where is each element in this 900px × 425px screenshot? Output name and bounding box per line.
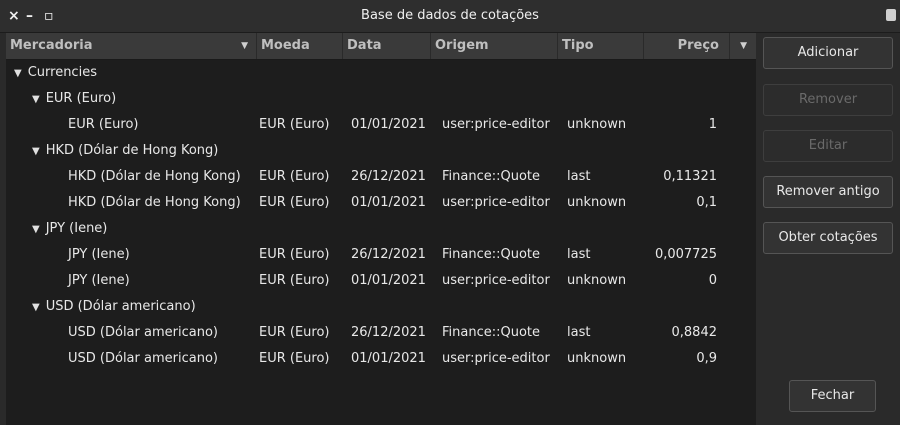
group-label: HKD (Dólar de Hong Kong) (45, 143, 219, 158)
cell-currency: EUR (Euro) (259, 247, 330, 262)
cell-date: 01/01/2021 (351, 351, 426, 366)
cell-source: Finance::Quote (442, 325, 541, 340)
cell-date: 26/12/2021 (351, 325, 426, 340)
cell-source: Finance::Quote (442, 169, 541, 184)
column-header-price[interactable]: Preço (644, 33, 730, 59)
cell-commodity: USD (Dólar americano) (68, 325, 218, 340)
table-header: Mercadoria ▼ Moeda Data Origem Tipo Preç… (6, 33, 756, 60)
table-row[interactable]: EUR (Euro) EUR (Euro) 01/01/2021 user:pr… (6, 112, 756, 138)
column-selector[interactable]: ▼ (730, 33, 756, 59)
cell-price: 0,007725 (654, 247, 717, 262)
cell-date: 01/01/2021 (351, 273, 426, 288)
cell-commodity: HKD (Dólar de Hong Kong) (68, 169, 241, 184)
table-row[interactable]: USD (Dólar americano) EUR (Euro) 01/01/2… (6, 346, 756, 372)
column-header-date[interactable]: Data (343, 33, 431, 59)
cell-source: Finance::Quote (442, 247, 541, 262)
cell-commodity: HKD (Dólar de Hong Kong) (68, 195, 241, 210)
column-header-source[interactable]: Origem (431, 33, 558, 59)
cell-price: 0,11321 (663, 169, 717, 184)
price-database-window: × – ▫ Base de dados de cotações Mercador… (0, 0, 900, 425)
chevron-down-icon: ▼ (740, 41, 747, 51)
tree-row-group-eur[interactable]: ▼ EUR (Euro) (6, 86, 756, 112)
expanded-arrow-icon[interactable]: ▼ (14, 68, 22, 79)
cell-date: 26/12/2021 (351, 169, 426, 184)
cell-price: 0,8842 (671, 325, 718, 340)
tree-row-group-jpy[interactable]: ▼ JPY (Iene) (6, 216, 756, 242)
group-label: EUR (Euro) (45, 91, 117, 106)
cell-source: user:price-editor (442, 351, 550, 366)
get-quotes-button[interactable]: Obter cotações (763, 222, 893, 254)
cell-price: 0,1 (696, 195, 717, 210)
table-row[interactable]: HKD (Dólar de Hong Kong) EUR (Euro) 26/1… (6, 164, 756, 190)
tree-row-currencies[interactable]: ▼ Currencies (6, 60, 756, 86)
expanded-arrow-icon[interactable]: ▼ (32, 224, 40, 235)
cell-source: user:price-editor (442, 273, 550, 288)
sort-chevron-down-icon: ▼ (241, 41, 248, 51)
expanded-arrow-icon[interactable]: ▼ (32, 302, 40, 313)
cell-type: last (567, 325, 591, 340)
cell-commodity: USD (Dólar americano) (68, 351, 218, 366)
column-header-label: Mercadoria (10, 38, 93, 53)
expanded-arrow-icon[interactable]: ▼ (32, 94, 40, 105)
add-button[interactable]: Adicionar (763, 37, 893, 69)
column-header-commodity[interactable]: Mercadoria ▼ (6, 33, 257, 59)
expanded-arrow-icon[interactable]: ▼ (32, 146, 40, 157)
cell-price: 1 (708, 117, 717, 132)
cell-date: 26/12/2021 (351, 247, 426, 262)
cell-currency: EUR (Euro) (259, 195, 330, 210)
cell-type: unknown (567, 195, 627, 210)
remove-old-button[interactable]: Remover antigo (763, 176, 893, 208)
cell-type: unknown (567, 117, 627, 132)
window-title: Base de dados de cotações (361, 8, 539, 23)
cell-type: unknown (567, 273, 627, 288)
cell-price: 0 (708, 273, 717, 288)
group-label: JPY (Iene) (45, 221, 108, 236)
close-button[interactable]: Fechar (789, 380, 876, 412)
table-row[interactable]: JPY (Iene) EUR (Euro) 26/12/2021 Finance… (6, 242, 756, 268)
cell-type: last (567, 247, 591, 262)
namespace-label: Currencies (27, 65, 97, 80)
cell-source: user:price-editor (442, 117, 550, 132)
column-header-currency[interactable]: Moeda (257, 33, 343, 59)
cell-type: last (567, 169, 591, 184)
cell-price: 0,9 (696, 351, 717, 366)
cell-commodity: JPY (Iene) (68, 273, 130, 288)
cell-currency: EUR (Euro) (259, 117, 330, 132)
cell-currency: EUR (Euro) (259, 351, 330, 366)
cell-currency: EUR (Euro) (259, 169, 330, 184)
cell-commodity: JPY (Iene) (68, 247, 130, 262)
tree-row-group-usd[interactable]: ▼ USD (Dólar americano) (6, 294, 756, 320)
cell-currency: EUR (Euro) (259, 325, 330, 340)
cell-currency: EUR (Euro) (259, 273, 330, 288)
table-row[interactable]: HKD (Dólar de Hong Kong) EUR (Euro) 01/0… (6, 190, 756, 216)
title-bar: × – ▫ Base de dados de cotações (0, 0, 900, 33)
cell-source: user:price-editor (442, 195, 550, 210)
titlebar-menu-icon[interactable] (886, 9, 896, 21)
table-row[interactable]: JPY (Iene) EUR (Euro) 01/01/2021 user:pr… (6, 268, 756, 294)
group-label: USD (Dólar americano) (45, 299, 196, 314)
cell-commodity: EUR (Euro) (68, 117, 139, 132)
cell-date: 01/01/2021 (351, 195, 426, 210)
remove-button[interactable]: Remover (763, 84, 893, 116)
table-row[interactable]: USD (Dólar americano) EUR (Euro) 26/12/2… (6, 320, 756, 346)
tree-row-group-hkd[interactable]: ▼ HKD (Dólar de Hong Kong) (6, 138, 756, 164)
prices-table[interactable]: Mercadoria ▼ Moeda Data Origem Tipo Preç… (6, 33, 756, 425)
cell-type: unknown (567, 351, 627, 366)
column-header-type[interactable]: Tipo (558, 33, 644, 59)
edit-button[interactable]: Editar (763, 130, 893, 162)
cell-date: 01/01/2021 (351, 117, 426, 132)
